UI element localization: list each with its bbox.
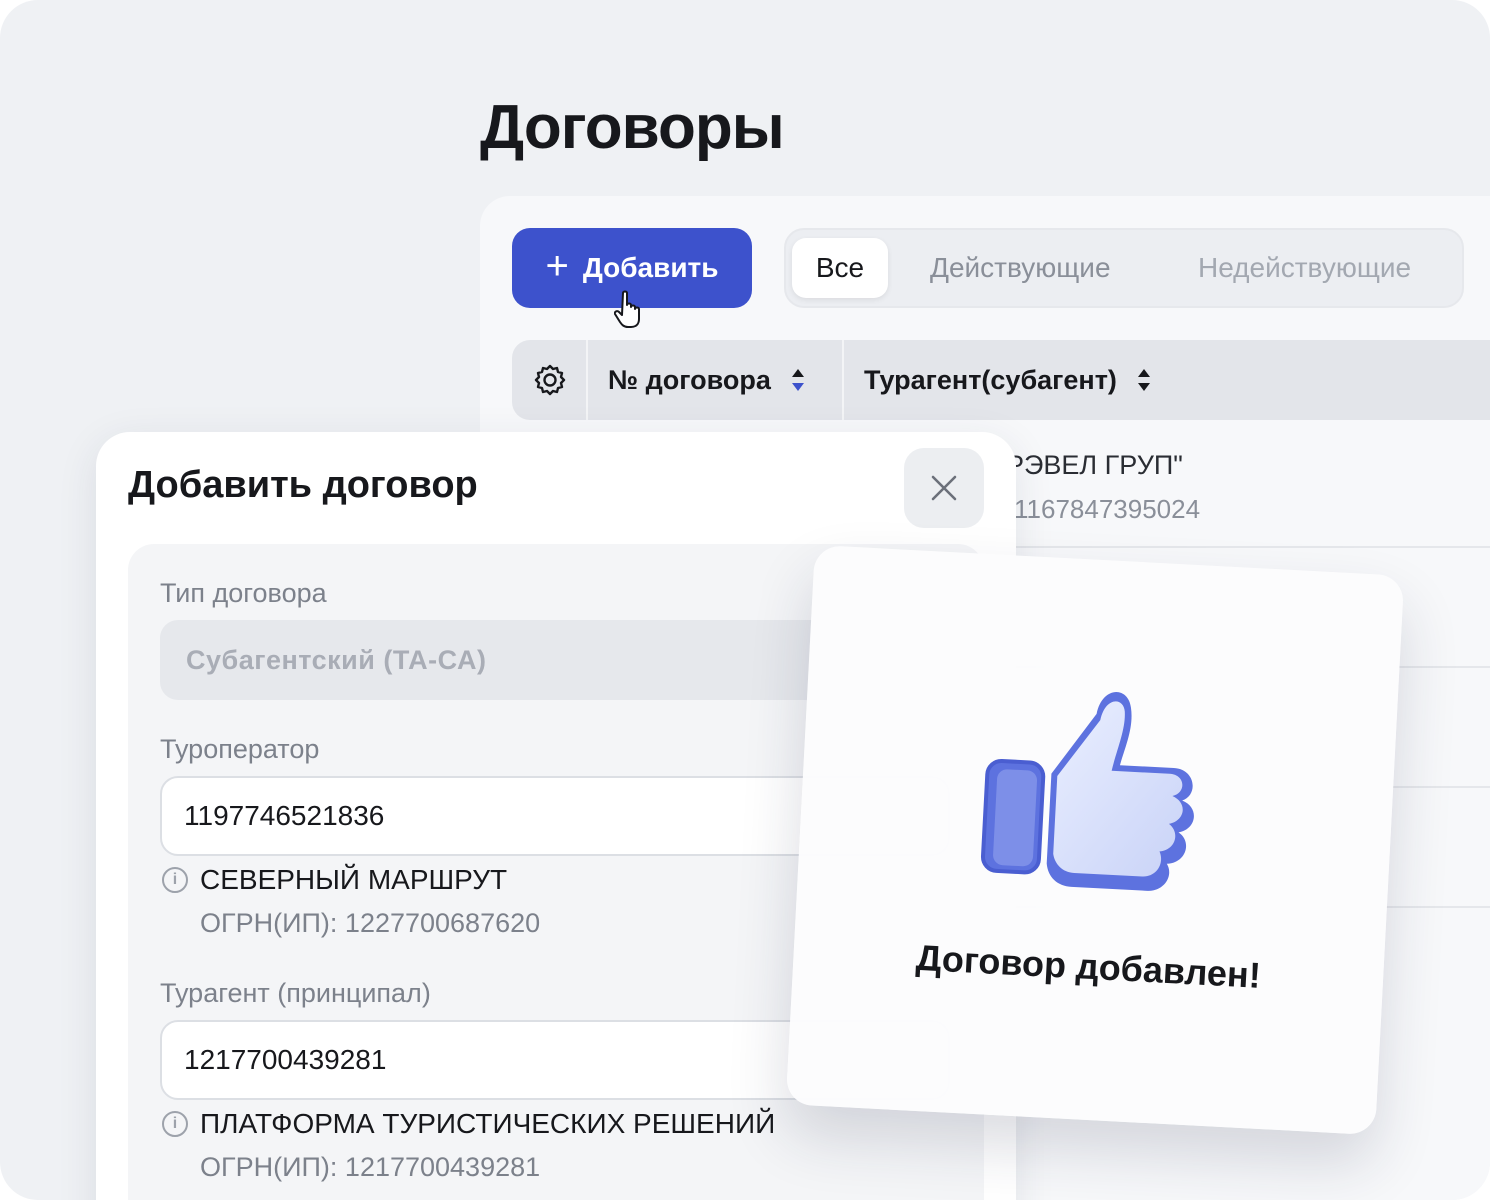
thumbs-up-icon bbox=[980, 692, 1194, 891]
sort-icon[interactable] bbox=[791, 367, 805, 393]
header-divider bbox=[842, 340, 844, 420]
operator-name: СЕВЕРНЫЙ МАРШРУТ bbox=[200, 864, 508, 895]
success-toast: Договор добавлен! bbox=[785, 544, 1405, 1136]
operator-info: i СЕВЕРНЫЙ МАРШРУТ bbox=[162, 864, 507, 896]
tab-active[interactable]: Действующие bbox=[930, 238, 1111, 298]
contract-type-label: Тип договора bbox=[160, 578, 327, 608]
principal-name: ПЛАТФОРМА ТУРИСТИЧЕСКИХ РЕШЕНИЙ bbox=[200, 1108, 776, 1139]
info-icon: i bbox=[162, 1111, 188, 1137]
principal-input-value: 1217700439281 bbox=[184, 1044, 387, 1075]
toast-message: Договор добавлен! bbox=[914, 936, 1262, 996]
header-agent[interactable]: Турагент(субагент) bbox=[864, 340, 1151, 420]
page-title: Договоры bbox=[480, 93, 785, 162]
principal-label: Турагент (принципал) bbox=[160, 978, 431, 1008]
tab-inactive[interactable]: Недействующие bbox=[1198, 238, 1411, 298]
header-agent-label: Турагент(субагент) bbox=[864, 364, 1117, 395]
plus-icon: + bbox=[545, 244, 569, 288]
app-canvas: Договоры + Добавить Все Действующие Неде… bbox=[0, 0, 1490, 1200]
status-tabs: Все Действующие Недействующие bbox=[784, 228, 1464, 308]
modal-title: Добавить договор bbox=[128, 464, 478, 506]
operator-label: Туроператор bbox=[160, 734, 320, 764]
add-button-label: Добавить bbox=[582, 252, 719, 283]
row-agent-name: РЭВЕЛ ГРУП" bbox=[1006, 450, 1183, 480]
sort-icon[interactable] bbox=[1137, 367, 1151, 393]
table-header: № договора Турагент(субагент) bbox=[512, 340, 1490, 420]
tab-all[interactable]: Все bbox=[792, 238, 888, 298]
principal-ogrn: ОГРН(ИП): 1217700439281 bbox=[200, 1152, 541, 1182]
header-divider bbox=[586, 340, 588, 420]
header-contract-number-label: № договора bbox=[608, 364, 771, 395]
hand-cursor-icon bbox=[614, 290, 640, 328]
operator-ogrn: ОГРН(ИП): 1227700687620 bbox=[200, 908, 541, 938]
operator-input-value: 1197746521836 bbox=[184, 800, 385, 831]
close-button[interactable] bbox=[904, 448, 984, 528]
header-contract-number[interactable]: № договора bbox=[608, 340, 805, 420]
close-icon bbox=[931, 475, 957, 501]
info-icon: i bbox=[162, 867, 188, 893]
gear-icon[interactable] bbox=[532, 362, 568, 398]
contract-type-value: Субагентский (ТА-СА) bbox=[186, 644, 487, 675]
principal-info: i ПЛАТФОРМА ТУРИСТИЧЕСКИХ РЕШЕНИЙ bbox=[162, 1108, 775, 1140]
row-agent-ogrn: 1167847395024 bbox=[1014, 494, 1201, 524]
